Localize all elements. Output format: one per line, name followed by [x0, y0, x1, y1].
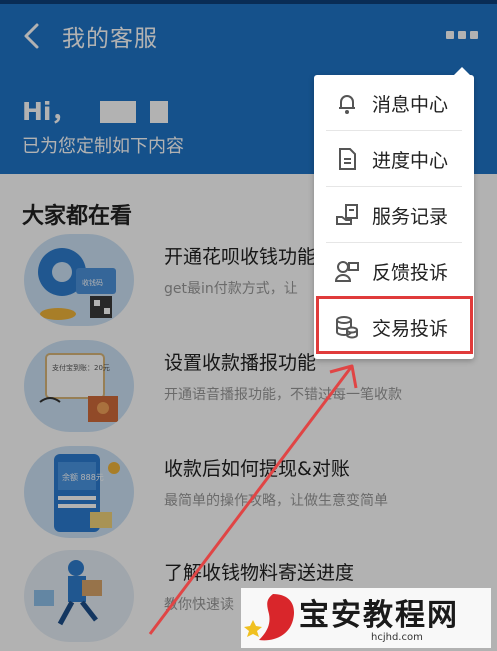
menu-item-service-record[interactable]: 服务记录	[314, 187, 474, 243]
menu-item-label: 反馈投诉	[372, 262, 449, 284]
watermark-logo-icon	[244, 594, 295, 641]
menu-item-label: 服务记录	[372, 206, 449, 228]
highlight-box	[316, 296, 473, 354]
menu-item-feedback[interactable]: 反馈投诉	[314, 243, 474, 299]
menu-item-message-center[interactable]: 消息中心	[314, 75, 474, 131]
watermark: 宝安教程网 hcjhd.com	[241, 588, 491, 648]
feedback-icon	[334, 261, 359, 282]
menu-item-label: 消息中心	[372, 94, 449, 116]
menu-item-progress-center[interactable]: 进度中心	[314, 131, 474, 187]
bell-icon	[339, 95, 355, 114]
watermark-url: hcjhd.com	[371, 632, 423, 643]
service-record-icon	[336, 204, 358, 225]
watermark-text: 宝安教程网	[299, 598, 459, 633]
document-icon	[339, 148, 356, 170]
menu-item-label: 进度中心	[372, 150, 449, 172]
